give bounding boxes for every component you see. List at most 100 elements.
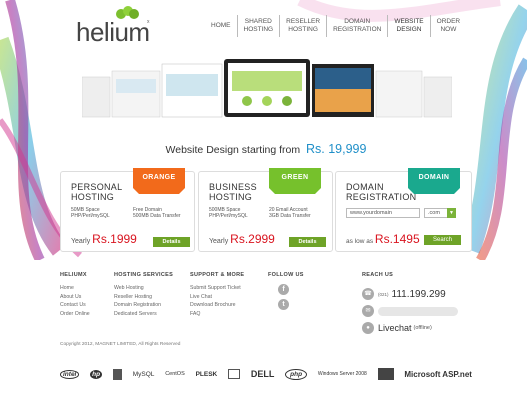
footer-link-domain[interactable]: Domain Registration [114,301,173,310]
price-line: as low as Rs.1495 [346,232,420,246]
rh-server-logo [228,369,241,379]
main-nav: HOME SHARED HOSTING RESELLER HOSTING DOM… [205,15,466,37]
domain-extension-select[interactable]: .com ▼ [424,208,456,218]
footer-link-brochure[interactable]: Download Brochure [190,301,244,310]
footer-link-order[interactable]: Order Online [60,310,90,319]
footer-link-reseller[interactable]: Reseller Hosting [114,293,173,302]
logo-text: helium [76,17,150,47]
card-title-line2: REGISTRATION [346,192,417,202]
php-logo: php [285,368,308,380]
footer-link-web-hosting[interactable]: Web Hosting [114,284,173,293]
header: helium x HOME SHARED HOSTING RESELLER HO… [0,0,527,47]
spec-item: 500MB Data Transfer [133,213,181,219]
hero-tagline: Website Design starting from Rs. 19,999 [60,142,472,156]
twitter-icon[interactable]: t [278,299,289,310]
footer-heading: SUPPORT & MORE [190,272,245,278]
price-value: Rs.2999 [230,232,275,246]
facebook-icon[interactable]: f [278,284,289,295]
spec-item: PHP/Perl/mySQL [209,213,248,219]
price-line: Yearly Rs.2999 [209,232,275,246]
details-button[interactable]: Details [153,237,190,247]
hp-logo: hp [90,369,103,379]
search-button[interactable]: Search [424,235,461,245]
email-row: ✉ [362,305,458,317]
nav-home[interactable]: HOME [205,15,237,37]
spec-item: 3GB Data Transfer [269,213,311,219]
intel-logo: intel [60,369,80,379]
card-title-line1: DOMAIN [346,182,384,192]
chevron-down-icon[interactable]: ▼ [447,208,456,218]
livechat-status: (offline) [413,325,432,331]
mail-icon: ✉ [362,305,374,317]
card-title-line2: HOSTING [209,192,253,202]
domain-extension-value: .com [428,210,440,216]
copyright: Copyright 2012, MAGNET LIMITED, All Righ… [60,342,181,347]
nav-order-now[interactable]: ORDER NOW [429,15,466,37]
footer-link-ticket[interactable]: Submit Support Ticket [190,284,244,293]
footer-col-reach: REACH US ☎ (021) 111.199.299 ✉ ● Livecha… [362,272,472,342]
price-value: Rs.1999 [92,232,137,246]
footer-col-support: SUPPORT & MORE Submit Support Ticket Liv… [190,272,244,318]
centos-logo: CentOS [165,371,185,377]
logo[interactable]: helium x [76,4,156,47]
hero-price: Rs. 19,999 [305,142,367,156]
domain-search-input[interactable]: www.yourdomain [346,208,420,218]
card-title-line1: PERSONAL [71,182,123,192]
footer-link-about[interactable]: About Us [60,293,90,302]
plans-section: PERSONAL HOSTING ORANGE 50MB Space PHP/P… [60,168,472,252]
footer-link-livechat[interactable]: Live Chat [190,293,244,302]
footer-heading: HELIUMX [60,272,87,278]
partner-logos: intel hp MySQL CentOS PLESK DELL php Win… [60,360,472,388]
phone-row: ☎ (021) 111.199.299 [362,288,446,300]
footer-link-dedicated[interactable]: Dedicated Servers [114,310,173,319]
email-placeholder [378,306,458,316]
chat-icon: ● [362,322,374,334]
business-hosting-card: BUSINESS HOSTING GREEN 500MB Space PHP/P… [198,168,333,252]
website-showcase-image [82,59,452,118]
price-line: Yearly Rs.1999 [71,232,137,246]
logo-trademark: x [147,19,150,25]
price-value: Rs.1495 [374,232,420,246]
mysql-logo: MySQL [132,370,155,378]
card-title: DOMAIN REGISTRATION [346,182,416,202]
card-specs-right: Free Domain 500MB Data Transfer [133,207,181,219]
card-title: PERSONAL HOSTING [71,182,122,202]
livechat-label[interactable]: Livechat [378,323,412,333]
ribbon-teal: DOMAIN [408,168,460,198]
footer-heading: HOSTING SERVICES [114,272,174,278]
spec-item: PHP/Perl/mySQL [71,213,110,219]
nav-website-design[interactable]: WEBSITE DESIGN [387,15,429,37]
ribbon-label: ORANGE [142,174,176,181]
footer-link-home[interactable]: Home [60,284,90,293]
card-specs-left: 50MB Space PHP/Perl/mySQL [71,207,110,219]
card-title-line1: BUSINESS [209,182,257,192]
plesk-logo: PLESK [195,370,218,378]
hero-banner: Website Design starting from Rs. 19,999 [60,47,472,164]
ribbon-label: DOMAIN [418,174,450,181]
footer-link-faq[interactable]: FAQ [190,310,244,319]
nav-reseller-hosting[interactable]: RESELLER HOSTING [279,15,326,37]
price-label: as low as [346,238,374,245]
footer-col-hosting: HOSTING SERVICES Web Hosting Reseller Ho… [114,272,173,318]
card-title: BUSINESS HOSTING [209,182,257,202]
ribbon-green: GREEN [269,168,321,198]
ribbon-orange: ORANGE [133,168,185,198]
price-label: Yearly [209,238,229,245]
nav-shared-hosting[interactable]: SHARED HOSTING [236,15,280,37]
phone-prefix: (021) [378,291,389,297]
phone-icon: ☎ [362,288,374,300]
footer-heading: FOLLOW US [268,272,304,278]
card-title-line2: HOSTING [71,192,115,202]
price-label: Yearly [71,238,91,245]
footer: HELIUMX Home About Us Contact Us Order O… [0,262,527,400]
windows-server-logo: Windows Server 2008 [317,371,367,377]
footer-link-contact[interactable]: Contact Us [60,301,90,310]
livechat-row[interactable]: ● Livechat (offline) [362,322,432,334]
footer-heading: REACH US [362,272,394,278]
ribbon-label: GREEN [281,174,309,181]
dell-logo: DELL [250,369,275,379]
nav-domain-registration[interactable]: DOMAIN REGISTRATION [326,15,387,37]
details-button[interactable]: Details [289,237,326,247]
dot-net-logo [377,368,394,380]
card-specs-right: 20 Email Account 3GB Data Transfer [269,207,311,219]
